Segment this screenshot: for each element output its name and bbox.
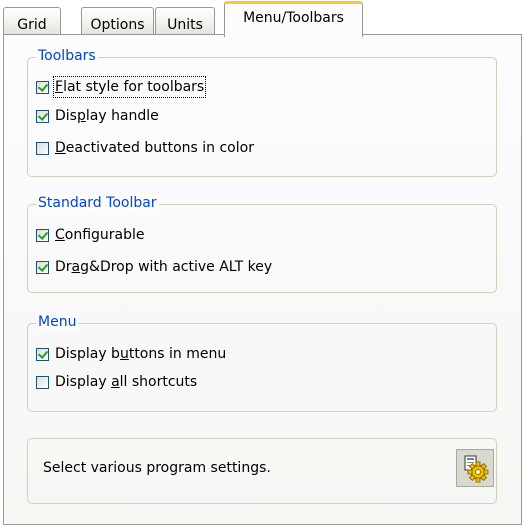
standard-toolbar-group-title: Standard Toolbar	[36, 194, 159, 212]
toolbars-group-title: Toolbars	[36, 47, 98, 65]
tab-options[interactable]: Options	[81, 7, 154, 35]
deactivated-buttons-checkbox[interactable]: Deactivated buttons in color	[36, 138, 254, 158]
deactivated-buttons-check-icon[interactable]	[36, 141, 49, 155]
settings-gear-icon	[456, 449, 494, 487]
display-shortcuts-label: Display all shortcuts	[55, 374, 198, 390]
flat-style-check-icon[interactable]	[36, 80, 49, 94]
menu-group-title: Menu	[36, 313, 79, 331]
tab-options-label: Options	[90, 17, 145, 33]
configurable-checkbox[interactable]: Configurable	[36, 225, 145, 245]
tab-menu-toolbars-label: Menu/Toolbars	[243, 10, 344, 26]
display-handle-check-icon[interactable]	[36, 109, 49, 123]
flat-style-checkbox[interactable]: Flat style for toolbars	[36, 76, 207, 98]
flat-style-label: Flat style for toolbars	[52, 76, 207, 98]
info-text: Select various program settings.	[43, 460, 271, 476]
menu-group: Menu Display buttons in menu Display all…	[27, 313, 497, 412]
tab-grid[interactable]: Grid	[3, 7, 61, 35]
dragdrop-checkbox[interactable]: Drag&Drop with active ALT key	[36, 257, 272, 277]
standard-toolbar-group: Standard Toolbar Configurable Drag&Drop …	[27, 194, 497, 293]
configurable-label: Configurable	[55, 227, 145, 243]
dragdrop-check-icon[interactable]	[36, 260, 49, 274]
display-handle-label: Display handle	[55, 108, 159, 124]
display-buttons-label: Display buttons in menu	[55, 346, 227, 362]
display-shortcuts-checkbox[interactable]: Display all shortcuts	[36, 372, 197, 392]
tab-menu-toolbars[interactable]: Menu/Toolbars	[224, 1, 363, 37]
display-buttons-check-icon[interactable]	[36, 347, 49, 361]
dragdrop-label: Drag&Drop with active ALT key	[55, 259, 273, 275]
toolbars-group: Toolbars Flat style for toolbars Display…	[27, 47, 497, 177]
display-handle-checkbox[interactable]: Display handle	[36, 106, 159, 126]
display-shortcuts-check-icon[interactable]	[36, 375, 49, 389]
tab-units-label: Units	[167, 17, 203, 33]
deactivated-buttons-label: Deactivated buttons in color	[55, 140, 254, 156]
info-panel: Select various program settings.	[27, 438, 497, 504]
tab-units[interactable]: Units	[155, 7, 215, 35]
configurable-check-icon[interactable]	[36, 228, 49, 242]
display-buttons-checkbox[interactable]: Display buttons in menu	[36, 344, 226, 364]
tab-grid-label: Grid	[17, 17, 47, 33]
